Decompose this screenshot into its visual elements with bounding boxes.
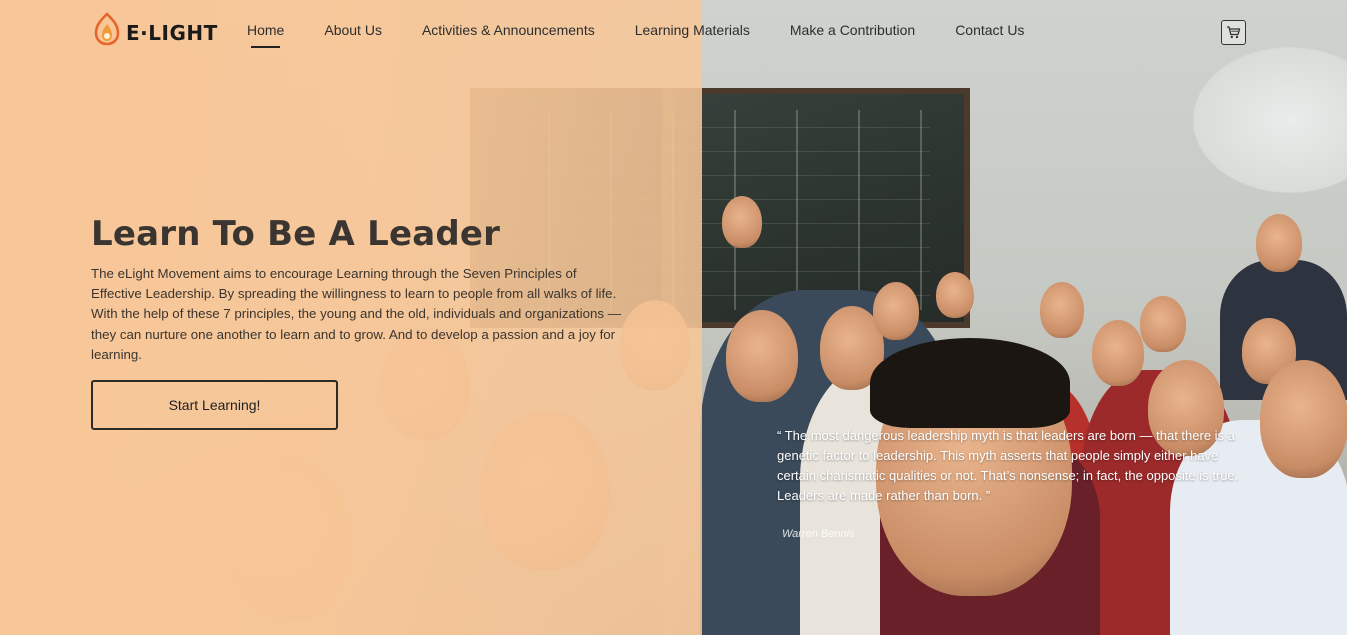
student-face xyxy=(1256,214,1302,272)
nav-item-make-a-contribution[interactable]: Make a Contribution xyxy=(790,22,915,38)
student-face xyxy=(1140,296,1186,352)
student-face xyxy=(1040,282,1084,338)
site-header: E·LIGHT Home About Us Activities & Annou… xyxy=(0,0,1347,64)
start-learning-button[interactable]: Start Learning! xyxy=(91,380,338,430)
student-face xyxy=(1092,320,1144,386)
hero-title: Learn To Be A Leader xyxy=(91,214,501,254)
main-nav: Home About Us Activities & Announcements… xyxy=(247,22,1064,48)
nav-item-learning-materials[interactable]: Learning Materials xyxy=(635,22,750,38)
nav-item-contact-us[interactable]: Contact Us xyxy=(955,22,1024,38)
student-hair xyxy=(870,338,1070,428)
quote-author: Warren Bennis xyxy=(782,528,855,540)
site-logo[interactable]: E·LIGHT xyxy=(92,12,218,46)
nav-item-about-us[interactable]: About Us xyxy=(324,22,382,38)
hero-description: The eLight Movement aims to encourage Le… xyxy=(91,266,621,362)
nav-item-activities-announcements[interactable]: Activities & Announcements xyxy=(422,22,595,38)
nav-item-home[interactable]: Home xyxy=(247,22,284,48)
logo-wordmark: E·LIGHT xyxy=(126,21,218,45)
flame-logo-icon xyxy=(92,12,122,46)
cart-button[interactable] xyxy=(1221,20,1246,45)
student-face xyxy=(1260,360,1347,478)
cart-icon xyxy=(1227,26,1241,39)
student-face xyxy=(936,272,974,318)
student-face xyxy=(873,282,919,340)
student-face xyxy=(722,196,762,248)
overlay-edge xyxy=(662,0,702,635)
student-face xyxy=(726,310,798,402)
leadership-quote: “ The most dangerous leadership myth is … xyxy=(777,428,1239,503)
